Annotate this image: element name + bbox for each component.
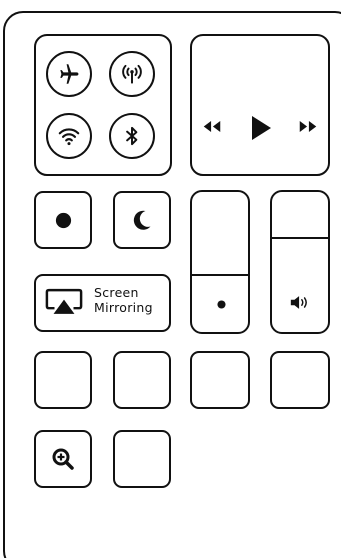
play-icon[interactable] [248,114,274,142]
volume-slider[interactable] [270,190,330,334]
zoom-in-icon [52,448,74,470]
wifi-icon [58,128,80,146]
brightness-dot-icon [217,300,226,309]
airplane-icon [60,64,79,84]
empty-tile-2[interactable] [113,351,171,409]
volume-fill-level [272,237,328,239]
empty-tile-3[interactable] [190,351,250,409]
bluetooth-toggle[interactable] [109,113,155,159]
empty-tile-4[interactable] [270,351,330,409]
label-line-1: Screen [94,285,139,300]
airplane-mode-toggle[interactable] [46,51,92,97]
screen-mirroring-button[interactable]: Screen Mirroring [34,274,171,332]
bluetooth-icon [126,126,138,146]
rewind-icon[interactable] [201,119,223,134]
airplay-icon [45,288,83,314]
record-icon [55,212,71,228]
brightness-slider[interactable] [190,190,250,334]
wifi-toggle[interactable] [46,113,92,159]
speaker-icon [290,296,307,309]
connectivity-group [34,34,172,176]
do-not-disturb-button[interactable] [113,191,171,249]
empty-tile-5[interactable] [113,430,171,488]
screen-record-button[interactable] [34,191,92,249]
label-line-2: Mirroring [94,300,153,315]
moon-icon [133,210,151,230]
cellular-data-toggle[interactable] [109,51,155,97]
empty-tile-1[interactable] [34,351,92,409]
magnifier-button[interactable] [34,430,92,488]
screen-mirroring-label: Screen Mirroring [94,285,153,315]
media-player [190,34,330,176]
cellular-data-icon [122,64,142,84]
fast-forward-icon[interactable] [297,119,319,134]
brightness-fill-level [192,274,248,276]
